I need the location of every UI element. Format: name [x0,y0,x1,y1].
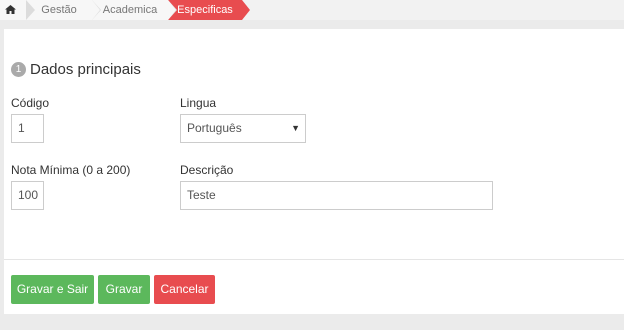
save-button[interactable]: Gravar [98,275,150,304]
breadcrumb-item-gestao[interactable]: Gestão [26,0,100,20]
codigo-value: 1 [18,121,25,135]
breadcrumb-item-academica[interactable]: Academica [92,0,176,20]
home-icon [5,5,16,14]
form-panel: 1 Dados principais Código 1 Lingua Portu… [4,29,624,314]
descricao-label: Descrição [180,163,234,177]
breadcrumb-item-especificas[interactable]: Especificas [168,0,250,20]
codigo-label: Código [11,96,50,110]
nota-label: Nota Mínima (0 a 200) [11,163,131,177]
nota-value: 100 [18,188,39,202]
breadcrumb-label: Academica [102,4,158,16]
cancel-button[interactable]: Cancelar [154,275,215,304]
breadcrumb: Gestão Academica Especificas [0,0,624,20]
save-exit-button[interactable]: Gravar e Sair [11,275,94,304]
caret-down-icon: ▼ [291,123,300,133]
lingua-select[interactable]: Português ▼ [180,114,306,143]
section-title: Dados principais [30,60,141,78]
breadcrumb-home[interactable] [0,0,26,20]
breadcrumb-label: Especificas [177,4,233,16]
descricao-input[interactable]: Teste [180,181,493,210]
step-badge: 1 [11,61,26,77]
section-header: 1 Dados principais [11,59,141,79]
breadcrumb-label: Gestão [41,4,77,16]
codigo-input[interactable]: 1 [11,114,44,143]
descricao-value: Teste [187,188,216,202]
nota-input[interactable]: 100 [11,181,44,210]
lingua-label: Lingua [180,96,217,110]
lingua-value: Português [187,121,242,135]
divider [4,259,624,260]
